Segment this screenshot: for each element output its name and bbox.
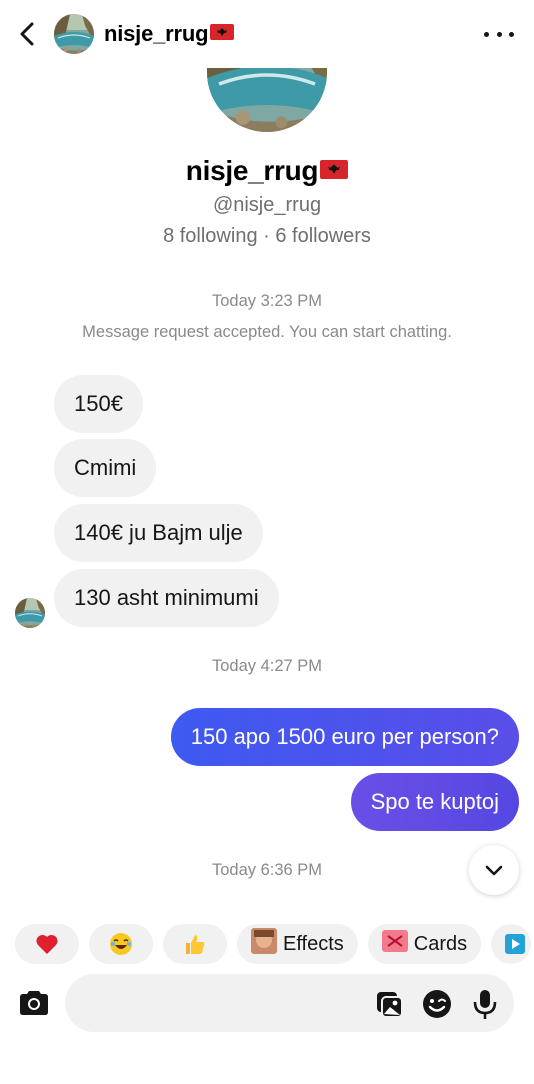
play-icon xyxy=(505,934,526,954)
outgoing-message[interactable]: Spo te kuptoj xyxy=(350,773,519,831)
thumbs-up-icon xyxy=(186,935,205,954)
albania-flag-icon xyxy=(320,160,349,179)
profile-handle: @nisje_rrug xyxy=(212,194,322,216)
outgoing-message[interactable]: 150 apo 1500 euro per person? xyxy=(170,708,519,766)
profile-name: nisje_rrug xyxy=(0,155,534,187)
effects-label: Effects xyxy=(283,932,344,955)
system-message: Message request accepted. You can start … xyxy=(82,323,452,341)
effects-button[interactable]: Effects xyxy=(237,924,358,964)
incoming-message[interactable]: 130 asht minimumi xyxy=(54,569,279,627)
camera-icon[interactable] xyxy=(17,987,51,1019)
more-options-icon[interactable] xyxy=(484,22,514,46)
header-username-text: nisje_rrug xyxy=(104,21,209,46)
incoming-message[interactable]: 150€ xyxy=(54,375,143,433)
thumbs-up-reaction-button[interactable] xyxy=(163,924,227,964)
chat-timestamp: Today 4:27 PM xyxy=(211,657,323,675)
incoming-message[interactable]: Cmimi xyxy=(54,439,157,497)
smile-icon[interactable] xyxy=(421,988,453,1020)
incoming-message[interactable]: 140€ ju Bajm ulje xyxy=(54,504,263,562)
cards-icon xyxy=(381,930,408,958)
chat-timestamp: Today 3:23 PM xyxy=(211,292,323,310)
back-icon[interactable] xyxy=(14,20,42,48)
sender-avatar[interactable] xyxy=(15,598,45,628)
scroll-to-bottom-button[interactable] xyxy=(469,845,519,895)
avatar[interactable] xyxy=(54,14,94,54)
heart-icon xyxy=(36,934,58,954)
cards-label: Cards xyxy=(413,932,468,955)
laugh-reaction-button[interactable] xyxy=(89,924,153,964)
cards-button[interactable]: Cards xyxy=(367,924,482,964)
image-icon[interactable] xyxy=(373,988,405,1020)
chat-timestamp: Today 6:36 PM xyxy=(211,861,323,879)
laughing-face-icon xyxy=(110,933,132,955)
heart-reaction-button[interactable] xyxy=(15,924,79,964)
profile-name-text: nisje_rrug xyxy=(185,155,319,186)
video-chip[interactable] xyxy=(491,924,532,964)
header-username[interactable]: nisje_rrug xyxy=(104,21,235,47)
chevron-down-icon xyxy=(485,865,503,876)
profile-stats: 8 following · 6 followers xyxy=(163,225,371,247)
quick-actions-row: Effects Cards xyxy=(15,924,532,964)
albania-flag-icon xyxy=(210,24,235,40)
top-bar: nisje_rrug xyxy=(0,0,534,68)
message-input[interactable] xyxy=(65,974,514,1032)
effects-icon xyxy=(251,928,277,960)
microphone-icon[interactable] xyxy=(469,988,501,1020)
